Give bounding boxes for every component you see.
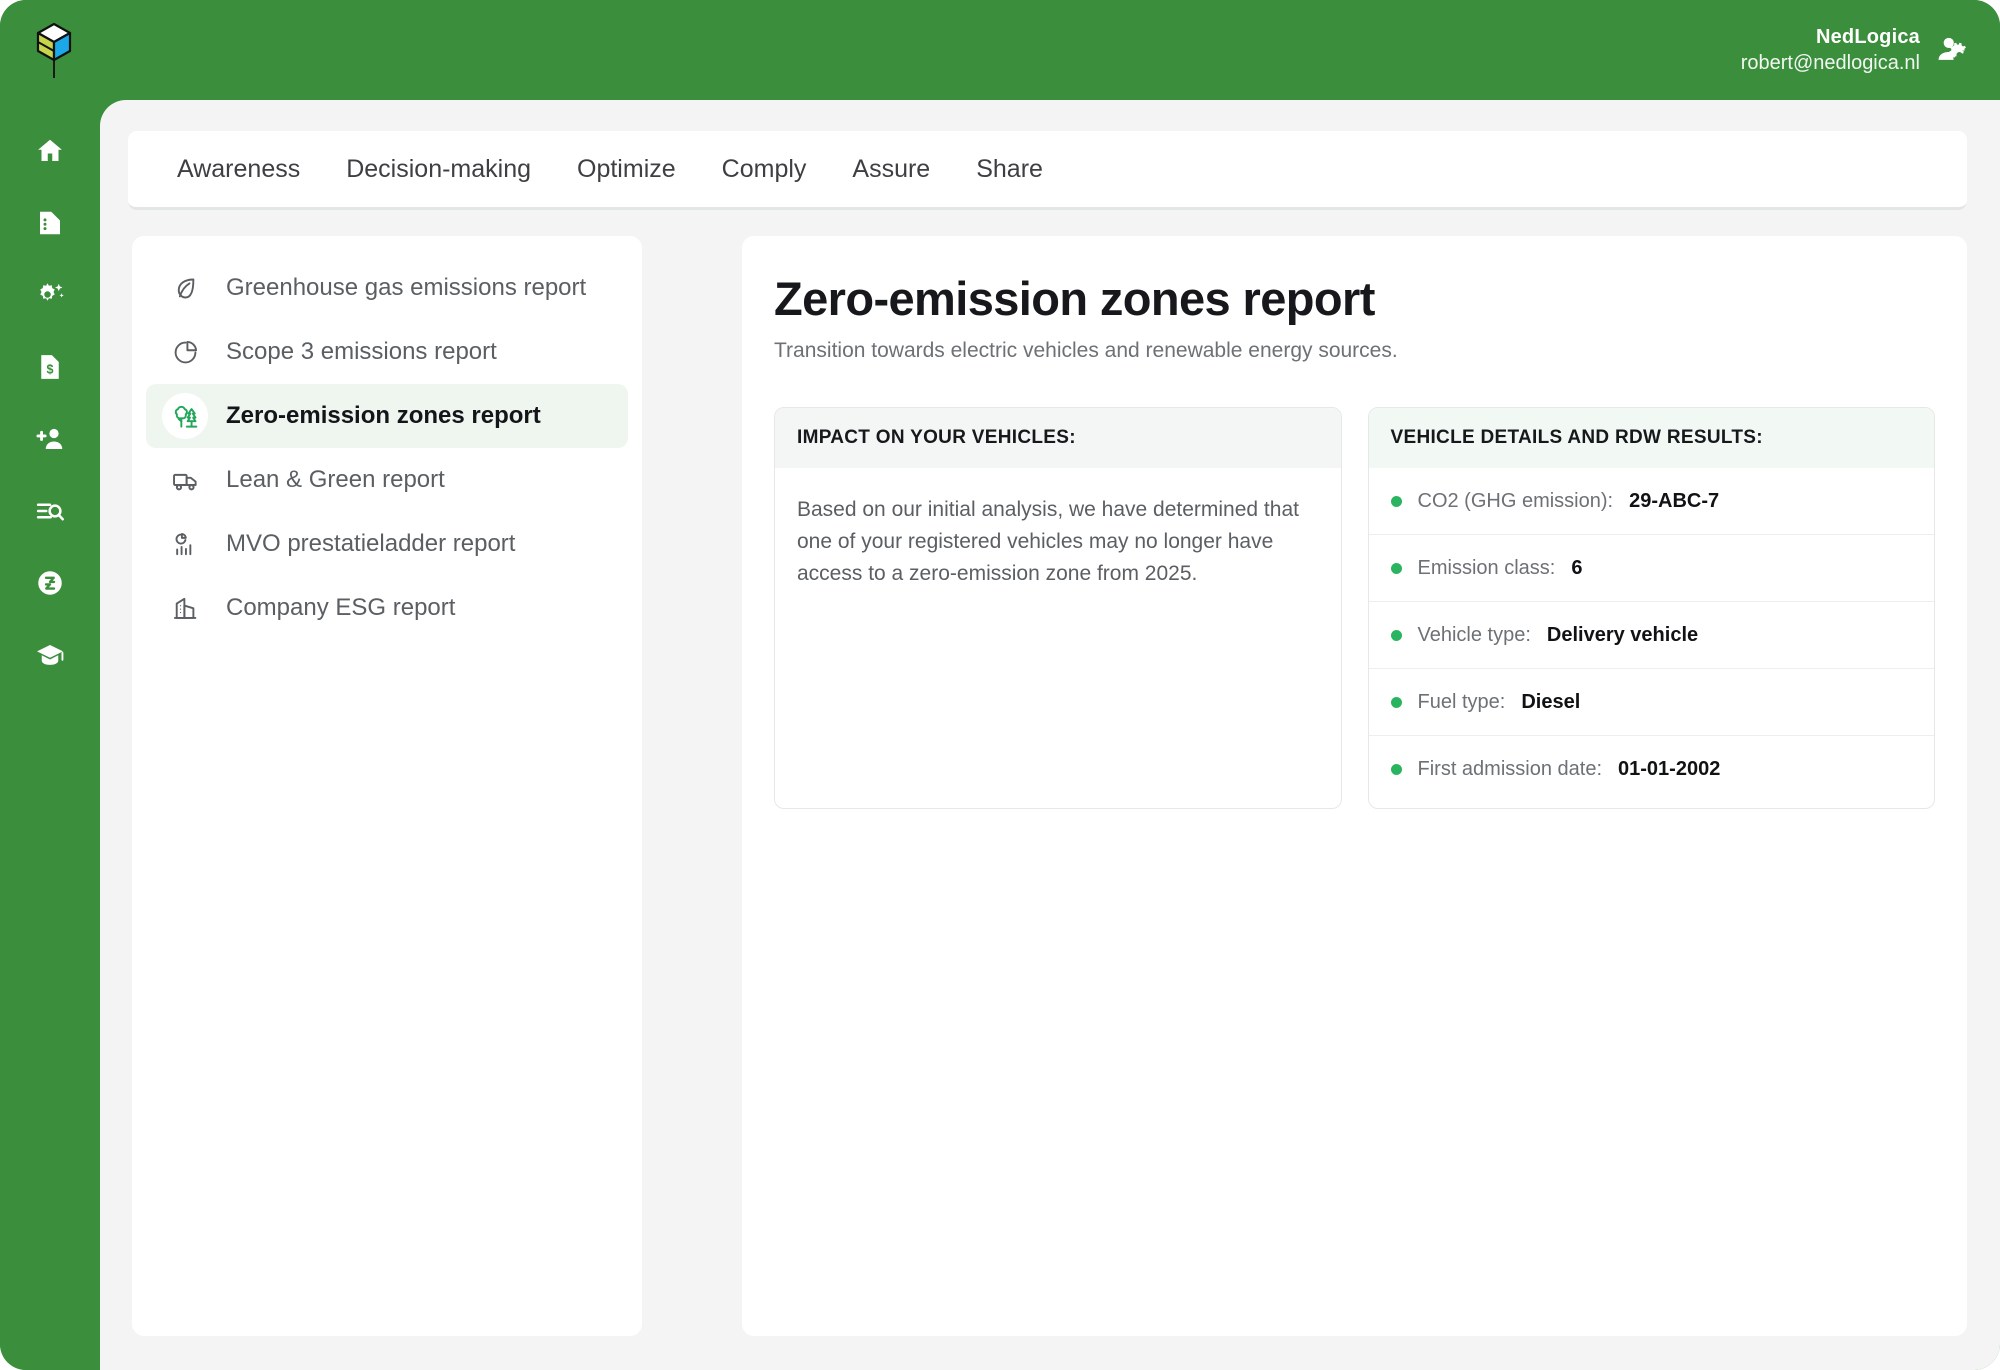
detail-row-vehicle-type: Vehicle type: Delivery vehicle bbox=[1368, 602, 1934, 670]
bullet-dot-icon bbox=[1390, 562, 1402, 574]
impact-card-heading: IMPACT ON YOUR VEHICLES: bbox=[775, 408, 1341, 469]
tab-comply[interactable]: Comply bbox=[699, 155, 830, 184]
report-item-zero-emission-zones[interactable]: Zero-emission zones report bbox=[146, 384, 628, 448]
report-item-scope-3[interactable]: Scope 3 emissions report bbox=[146, 320, 628, 384]
report-item-label: Greenhouse gas emissions report bbox=[226, 274, 587, 301]
report-detail-panel: Zero-emission zones report Transition to… bbox=[742, 236, 1967, 1336]
detail-value: 29-ABC-7 bbox=[1629, 489, 1720, 512]
rail-item-add-user[interactable] bbox=[27, 416, 73, 462]
bullet-dot-icon bbox=[1390, 764, 1402, 776]
vehicle-details-card: VEHICLE DETAILS AND RDW RESULTS: CO2 (GH… bbox=[1367, 407, 1935, 810]
detail-label: First admission date: bbox=[1417, 758, 1603, 781]
user-name: NedLogica bbox=[1815, 26, 1920, 48]
detail-row-co2: CO2 (GHG emission): 29-ABC-7 bbox=[1368, 468, 1934, 536]
bullet-dot-icon bbox=[1390, 629, 1402, 641]
detail-value: 6 bbox=[1571, 556, 1583, 579]
primary-tab-bar: Awareness Decision-making Optimize Compl… bbox=[128, 131, 1967, 210]
search-list-icon bbox=[35, 496, 65, 526]
report-item-greenhouse-gas[interactable]: Greenhouse gas emissions report bbox=[146, 256, 628, 320]
impact-card-text: Based on our initial analysis, we have d… bbox=[797, 498, 1299, 586]
report-cards-row: IMPACT ON YOUR VEHICLES: Based on our in… bbox=[774, 407, 1935, 810]
detail-label: Fuel type: bbox=[1417, 690, 1506, 713]
top-header-bar: NedLogica robert@nedlogica.nl bbox=[0, 0, 2000, 100]
application-window: NedLogica robert@nedlogica.nl $ Awarenes… bbox=[0, 0, 2000, 1370]
rail-item-documents[interactable] bbox=[27, 200, 73, 246]
left-icon-rail: $ bbox=[0, 100, 100, 1370]
report-item-company-esg[interactable]: Company ESG report bbox=[146, 576, 628, 640]
report-item-lean-and-green[interactable]: Lean & Green report bbox=[146, 448, 628, 512]
pie-chart-icon bbox=[162, 329, 208, 375]
svg-text:$: $ bbox=[47, 363, 54, 377]
detail-label: CO2 (GHG emission): bbox=[1417, 489, 1614, 512]
detail-row-first-admission-date: First admission date: 01-01-2002 bbox=[1369, 736, 1935, 803]
office-building-icon bbox=[162, 585, 208, 631]
tab-optimize[interactable]: Optimize bbox=[554, 155, 699, 184]
user-text: NedLogica robert@nedlogica.nl bbox=[1741, 24, 1920, 76]
vehicle-details-heading: VEHICLE DETAILS AND RDW RESULTS: bbox=[1368, 408, 1934, 469]
user-email: robert@nedlogica.nl bbox=[1740, 52, 1920, 74]
detail-row-fuel-type: Fuel type: Diesel bbox=[1368, 669, 1934, 737]
cube-logo-icon[interactable] bbox=[26, 20, 82, 80]
content-surface: Awareness Decision-making Optimize Compl… bbox=[100, 100, 2000, 1370]
add-user-icon bbox=[35, 424, 65, 454]
detail-value: Delivery vehicle bbox=[1546, 623, 1699, 646]
impact-card: IMPACT ON YOUR VEHICLES: Based on our in… bbox=[774, 407, 1342, 810]
impact-card-body: Based on our initial analysis, we have d… bbox=[775, 468, 1341, 590]
graduation-cap-icon bbox=[35, 640, 65, 670]
rail-item-search[interactable] bbox=[27, 488, 73, 534]
leaf-icon bbox=[162, 265, 208, 311]
tab-awareness[interactable]: Awareness bbox=[154, 155, 323, 184]
rail-item-invoices[interactable]: $ bbox=[27, 344, 73, 390]
rail-item-optimize[interactable] bbox=[27, 272, 73, 318]
home-icon bbox=[35, 136, 65, 166]
delivery-truck-icon bbox=[162, 457, 208, 503]
rail-item-academy[interactable] bbox=[27, 632, 73, 678]
report-list-panel: Greenhouse gas emissions report Scope 3 … bbox=[132, 236, 642, 1336]
tab-decision-making[interactable]: Decision-making bbox=[323, 155, 554, 184]
detail-label: Vehicle type: bbox=[1417, 623, 1531, 646]
recycle-circle-icon bbox=[35, 568, 65, 598]
report-item-mvo-prestatieladder[interactable]: MVO prestatieladder report bbox=[146, 512, 628, 576]
page-title: Zero-emission zones report bbox=[774, 272, 1375, 325]
gear-sparkle-icon bbox=[35, 280, 65, 310]
rail-item-home[interactable] bbox=[27, 128, 73, 174]
report-item-label: Lean & Green report bbox=[226, 466, 445, 493]
tab-share[interactable]: Share bbox=[953, 155, 1066, 184]
chart-bars-icon bbox=[162, 521, 208, 567]
page-subtitle: Transition towards electric vehicles and… bbox=[774, 339, 1398, 363]
detail-row-emission-class: Emission class: 6 bbox=[1368, 535, 1934, 603]
bullet-dot-icon bbox=[1390, 495, 1402, 507]
invoice-dollar-icon: $ bbox=[35, 352, 65, 382]
user-settings-icon[interactable] bbox=[1936, 33, 1970, 67]
forest-trees-icon bbox=[162, 393, 208, 439]
rail-item-circular[interactable] bbox=[27, 560, 73, 606]
report-item-label: Zero-emission zones report bbox=[226, 402, 541, 429]
report-item-label: MVO prestatieladder report bbox=[226, 530, 516, 557]
document-list-icon bbox=[35, 208, 65, 238]
detail-value: 01-01-2002 bbox=[1618, 758, 1721, 781]
bullet-dot-icon bbox=[1390, 696, 1402, 708]
detail-label: Emission class: bbox=[1417, 556, 1556, 579]
report-item-label: Scope 3 emissions report bbox=[226, 338, 497, 365]
detail-value: Diesel bbox=[1521, 690, 1581, 713]
report-item-label: Company ESG report bbox=[226, 594, 456, 621]
user-account-block[interactable]: NedLogica robert@nedlogica.nl bbox=[1741, 24, 1970, 76]
tab-assure[interactable]: Assure bbox=[829, 155, 953, 184]
